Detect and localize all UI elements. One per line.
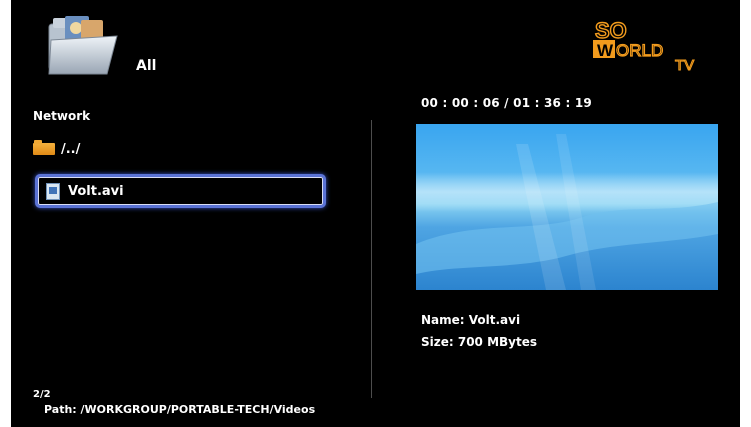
list-item-label: Volt.avi	[68, 183, 124, 199]
current-path: Path: /WORKGROUP/PORTABLE-TECH/Videos	[44, 403, 316, 416]
file-size-info: Size: 700 MBytes	[421, 335, 538, 349]
list-item-selected-file[interactable]: Volt.avi	[35, 174, 326, 208]
svg-text:TV: TV	[675, 57, 694, 72]
pane-divider	[371, 120, 372, 398]
svg-text:ORLD: ORLD	[616, 41, 663, 60]
video-file-icon	[46, 182, 60, 200]
video-preview-image	[416, 134, 718, 290]
svg-text:SO: SO	[595, 18, 627, 43]
page-count: 2/2	[33, 389, 51, 400]
svg-text:W: W	[597, 41, 614, 60]
source-label: Network	[33, 109, 91, 123]
folder-icon	[33, 140, 55, 155]
playback-time: 00 : 00 : 06 / 01 : 36 : 19	[421, 96, 592, 110]
list-item-label: /../	[61, 141, 81, 157]
open-folder-icon	[48, 16, 118, 75]
file-name-info: Name: Volt.avi	[421, 313, 521, 327]
media-player-screen: All SO W ORLD TV Network /../ Volt.avi 2…	[11, 0, 740, 427]
so-world-tv-logo: SO W ORLD TV	[593, 17, 695, 72]
video-preview	[416, 124, 718, 290]
list-item-parent-folder[interactable]: /../	[33, 133, 329, 165]
section-title: All	[136, 58, 157, 74]
